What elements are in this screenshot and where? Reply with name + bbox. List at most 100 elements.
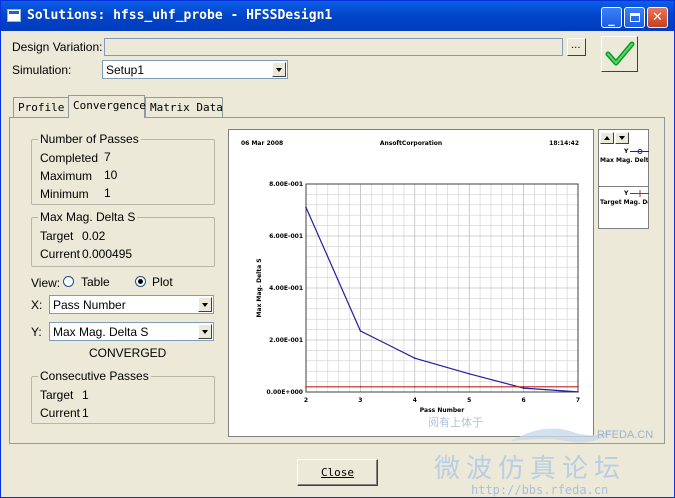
delta-target-value: 0.02 [82, 229, 106, 243]
legend-divider [599, 186, 648, 187]
x-tick-label: 3 [358, 397, 362, 404]
close-button-label: Close [320, 466, 355, 479]
x-tick-label: 4 [413, 397, 417, 404]
close-icon: ✕ [652, 10, 663, 25]
y-select-label: Y: [31, 325, 42, 339]
checkmark-icon [605, 41, 635, 66]
y-axis-value: Max Mag. Delta S [53, 325, 149, 339]
window-app-icon [7, 9, 21, 22]
y-tick-label: 4.00E-001 [269, 285, 303, 292]
y-axis-select[interactable]: Max Mag. Delta S [49, 322, 214, 341]
convergence-plot[interactable]: 06 Mar 2008 AnsoftCorporation 18:14:42 2 3 4 5… [228, 129, 594, 437]
chart-company: AnsoftCorporation [380, 140, 442, 147]
chevron-down-icon[interactable] [272, 62, 286, 77]
number-of-passes-title: Number of Passes [38, 132, 141, 146]
consecutive-target-label: Target [40, 388, 74, 402]
delta-current-label: Current [40, 247, 81, 261]
x-axis-select[interactable]: Pass Number [49, 295, 214, 314]
y-tick-label: 8.00E-001 [269, 181, 303, 188]
title-bar[interactable]: Solutions: hfss_uhf_probe - HFSSDesign1 … [1, 1, 674, 31]
ok-check-button[interactable] [601, 36, 638, 72]
delta-s-title: Max Mag. Delta S [38, 210, 138, 224]
view-table-radio[interactable] [63, 276, 74, 287]
y-axis-label: Max Mag. Delta S [256, 258, 263, 317]
watermark-small-text: 阅有上体于 [428, 416, 483, 429]
x-tick-label: 6 [522, 397, 526, 404]
legend-swatch-2 [630, 190, 649, 197]
delta-current-value: 0.000495 [82, 247, 133, 261]
chart-date: 06 Mar 2008 [241, 140, 283, 147]
x-select-label: X: [31, 298, 43, 312]
tab-matrix-data[interactable]: Matrix Data [145, 97, 223, 117]
consecutive-target-value: 1 [82, 388, 89, 402]
series-point-2 [522, 386, 525, 388]
maximize-icon [625, 8, 644, 27]
series-point-1 [359, 330, 362, 332]
simulation-value: Setup1 [106, 63, 145, 77]
series-point-1 [577, 391, 579, 393]
view-plot-label[interactable]: Plot [152, 275, 173, 289]
maximum-label: Maximum [40, 169, 93, 183]
design-variation-label: Design Variation: [12, 40, 103, 54]
y-tick-label: 6.00E-001 [269, 233, 303, 240]
series-point-2 [414, 386, 416, 388]
y-tick-label: 2.00E-001 [269, 337, 303, 344]
window-title: Solutions: hfss_uhf_probe - HFSSDesign1 [27, 8, 333, 23]
completed-value: 7 [104, 150, 111, 164]
x-tick-label: 5 [467, 397, 471, 404]
chart-time: 18:14:42 [549, 140, 579, 147]
simulation-select[interactable]: Setup1 [102, 60, 288, 79]
minimize-button[interactable]: _ [601, 7, 622, 28]
simulation-label: Simulation: [12, 63, 72, 77]
legend-scroll-down-button[interactable] [615, 132, 629, 144]
series-point-2 [359, 386, 362, 388]
browse-label: ... [571, 40, 581, 51]
solutions-window: Solutions: hfss_uhf_probe - HFSSDesign1 … [0, 0, 675, 498]
watermark-chinese-title: 微波仿真论坛 [434, 454, 627, 484]
series-line-1 [305, 207, 579, 393]
legend-name-1: Max Mag. Delta S [600, 157, 648, 164]
close-window-button[interactable]: ✕ [647, 7, 668, 28]
view-table-label[interactable]: Table [81, 275, 110, 289]
series-point-2 [468, 386, 470, 388]
minimum-label: Minimum [40, 187, 89, 201]
x-tick-label: 7 [576, 397, 580, 404]
maximize-button[interactable] [624, 7, 645, 28]
chevron-down-icon[interactable] [198, 324, 212, 339]
legend-scroll-up-button[interactable] [600, 132, 614, 144]
minimize-icon: _ [608, 12, 615, 27]
legend-y-prefix-1: Y [624, 148, 629, 155]
series-point-1 [414, 357, 416, 359]
view-plot-radio[interactable] [135, 276, 146, 287]
completed-label: Completed [40, 151, 99, 165]
design-variation-browse-button[interactable]: ... [567, 38, 586, 56]
legend-name-2: Target Mag. Delta S [600, 199, 648, 206]
series-point-1 [468, 373, 470, 375]
maximum-value: 10 [104, 168, 118, 182]
series-point-2 [577, 386, 579, 388]
design-variation-field [104, 38, 563, 56]
watermark-site: RFEDA.CN [597, 429, 654, 441]
consecutive-passes-title: Consecutive Passes [38, 369, 151, 383]
arrow-up-icon [604, 136, 610, 140]
consecutive-current-label: Current [40, 406, 81, 420]
tab-profile[interactable]: Profile [13, 97, 70, 117]
chevron-down-icon[interactable] [198, 297, 212, 312]
x-axis-label: Pass Number [420, 407, 464, 414]
minimum-value: 1 [104, 186, 111, 200]
arrow-down-icon [619, 136, 625, 140]
x-tick-label: 2 [304, 397, 308, 404]
legend-y-prefix-2: Y [624, 190, 629, 197]
close-button[interactable]: Close [297, 459, 378, 486]
tab-convergence[interactable]: Convergence [68, 95, 146, 118]
delta-target-label: Target [40, 229, 74, 243]
convergence-chart-svg: 06 Mar 2008 AnsoftCorporation 18:14:42 2 3 4 5… [241, 140, 580, 414]
convergence-status: CONVERGED [89, 346, 167, 360]
legend-swatch-1 [630, 149, 649, 154]
series-point-1 [305, 206, 307, 209]
series-point-2 [305, 386, 307, 388]
plot-legend: Y Max Mag. Delta S Y Target Mag. Delta S [598, 129, 649, 229]
x-axis-value: Pass Number [53, 298, 126, 312]
view-label: View: [31, 276, 61, 290]
y-tick-label: 0.00E+000 [267, 389, 303, 396]
